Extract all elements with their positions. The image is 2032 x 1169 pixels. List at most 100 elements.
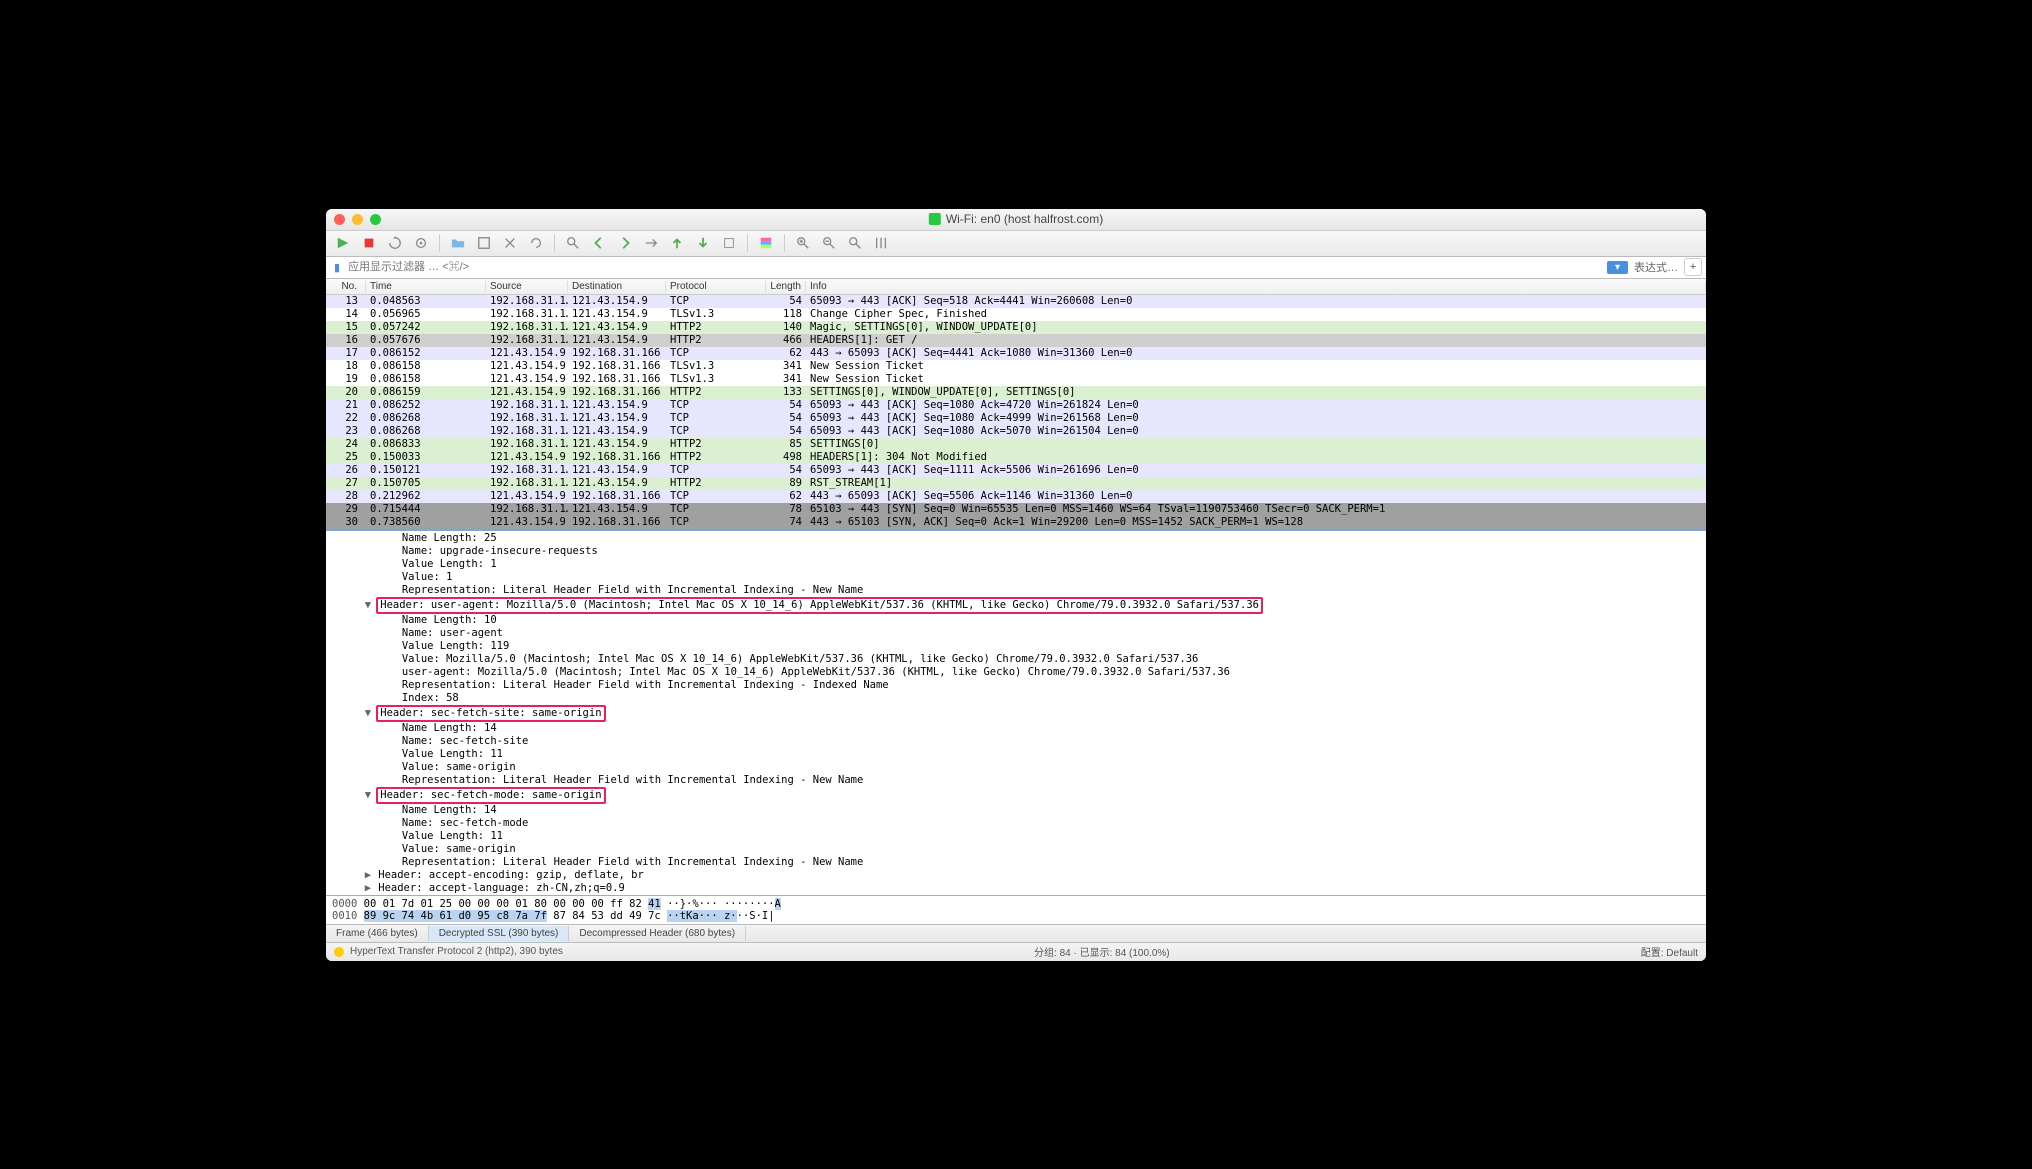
packet-row[interactable]: 300.738560121.43.154.9192.168.31.166TCP7… [326, 516, 1706, 529]
minimize-icon[interactable] [352, 214, 363, 225]
status-profile[interactable]: 配置: Default [1641, 944, 1698, 959]
hex-view[interactable]: 0000 00 01 7d 01 25 00 00 00 01 80 00 00… [326, 896, 1706, 925]
window-title: Wi-Fi: en0 (host halfrost.com) [929, 212, 1103, 226]
detail-line[interactable]: Value: same-origin [326, 843, 1706, 856]
zoom-out-button[interactable] [818, 233, 840, 253]
col-header-time[interactable]: Time [366, 281, 486, 292]
save-file-button[interactable] [473, 233, 495, 253]
col-header-source[interactable]: Source [486, 281, 568, 292]
detail-line[interactable]: ▼ Header: sec-fetch-mode: same-origin [326, 787, 1706, 804]
packet-row[interactable]: 150.057242192.168.31.1…121.43.154.9HTTP2… [326, 321, 1706, 334]
packet-row[interactable]: 200.086159121.43.154.9192.168.31.166HTTP… [326, 386, 1706, 399]
packet-row[interactable]: 280.212962121.43.154.9192.168.31.166TCP6… [326, 490, 1706, 503]
packet-row[interactable]: 160.057676192.168.31.1…121.43.154.9HTTP2… [326, 334, 1706, 347]
close-icon[interactable] [334, 214, 345, 225]
packet-row[interactable]: 270.150705192.168.31.1…121.43.154.9HTTP2… [326, 477, 1706, 490]
bookmark-icon[interactable]: ▮ [330, 261, 344, 274]
packet-details[interactable]: Name Length: 25 Name: upgrade-insecure-r… [326, 531, 1706, 896]
tab-frame[interactable]: Frame (466 bytes) [326, 926, 429, 941]
goto-button[interactable] [640, 233, 662, 253]
detail-line[interactable]: user-agent: Mozilla/5.0 (Macintosh; Inte… [326, 666, 1706, 679]
detail-line[interactable]: Value Length: 11 [326, 830, 1706, 843]
detail-line[interactable]: Name Length: 14 [326, 722, 1706, 735]
col-header-protocol[interactable]: Protocol [666, 281, 766, 292]
packet-row[interactable]: 220.086268192.168.31.1…121.43.154.9TCP54… [326, 412, 1706, 425]
add-filter-button[interactable]: + [1684, 258, 1702, 276]
detail-line[interactable]: Name Length: 14 [326, 804, 1706, 817]
detail-line[interactable]: ▶ Header: accept-language: zh-CN,zh;q=0.… [326, 882, 1706, 895]
packet-row[interactable]: 130.048563192.168.31.1…121.43.154.9TCP54… [326, 295, 1706, 308]
prev-button[interactable] [588, 233, 610, 253]
packet-list[interactable]: No. Time Source Destination Protocol Len… [326, 279, 1706, 531]
detail-line[interactable]: ▶ Header: accept-encoding: gzip, deflate… [326, 869, 1706, 882]
detail-line[interactable]: ▼ Header: sec-fetch-site: same-origin [326, 705, 1706, 722]
detail-line[interactable]: Representation: Literal Header Field wit… [326, 679, 1706, 692]
detail-line[interactable]: Value: 1 [326, 571, 1706, 584]
expert-info-icon[interactable] [334, 947, 344, 957]
expression-label[interactable]: 表达式… [1634, 259, 1678, 275]
detail-line[interactable]: Index: 58 [326, 692, 1706, 705]
detail-line[interactable]: Representation: Literal Header Field wit… [326, 856, 1706, 869]
detail-line[interactable]: Value: Mozilla/5.0 (Macintosh; Intel Mac… [326, 653, 1706, 666]
display-filter-input[interactable] [344, 259, 1607, 275]
tab-decompressed-header[interactable]: Decompressed Header (680 bytes) [569, 926, 746, 941]
options-button[interactable] [410, 233, 432, 253]
packet-row[interactable]: 190.086158121.43.154.9192.168.31.166TLSv… [326, 373, 1706, 386]
close-file-button[interactable] [499, 233, 521, 253]
detail-line[interactable]: Representation: Literal Header Field wit… [326, 774, 1706, 787]
restart-capture-button[interactable] [384, 233, 406, 253]
stop-capture-button[interactable] [358, 233, 380, 253]
app-window: Wi-Fi: en0 (host halfrost.com) ▮ ▾ [326, 209, 1706, 961]
packet-row[interactable]: 140.056965192.168.31.1…121.43.154.9TLSv1… [326, 308, 1706, 321]
detail-line[interactable]: Name: user-agent [326, 627, 1706, 640]
col-header-no[interactable]: No. [326, 281, 366, 292]
packet-row[interactable]: 180.086158121.43.154.9192.168.31.166TLSv… [326, 360, 1706, 373]
open-file-button[interactable] [447, 233, 469, 253]
packet-row[interactable]: 230.086268192.168.31.1…121.43.154.9TCP54… [326, 425, 1706, 438]
find-button[interactable] [562, 233, 584, 253]
detail-line[interactable]: ▼ Header: user-agent: Mozilla/5.0 (Macin… [326, 597, 1706, 614]
detail-line[interactable]: Value Length: 11 [326, 748, 1706, 761]
reload-button[interactable] [525, 233, 547, 253]
hex-row[interactable]: 0000 00 01 7d 01 25 00 00 00 01 80 00 00… [332, 898, 1700, 910]
packet-row[interactable]: 260.150121192.168.31.1…121.43.154.9TCP54… [326, 464, 1706, 477]
detail-line[interactable]: Name Length: 25 [326, 532, 1706, 545]
packet-row[interactable]: 250.150033121.43.154.9192.168.31.166HTTP… [326, 451, 1706, 464]
detail-line[interactable]: Name: sec-fetch-site [326, 735, 1706, 748]
zoom-reset-button[interactable] [844, 233, 866, 253]
titlebar[interactable]: Wi-Fi: en0 (host halfrost.com) [326, 209, 1706, 231]
packet-list-header[interactable]: No. Time Source Destination Protocol Len… [326, 279, 1706, 295]
packet-row[interactable]: 170.086152121.43.154.9192.168.31.166TCP6… [326, 347, 1706, 360]
col-header-info[interactable]: Info [806, 281, 1706, 292]
col-header-destination[interactable]: Destination [568, 281, 666, 292]
expression-dropdown[interactable]: ▾ [1607, 261, 1628, 274]
resize-columns-button[interactable] [870, 233, 892, 253]
detail-line[interactable]: Name: upgrade-insecure-requests [326, 545, 1706, 558]
detail-line[interactable]: Name: sec-fetch-mode [326, 817, 1706, 830]
status-left: HyperText Transfer Protocol 2 (http2), 3… [350, 946, 563, 957]
autoscroll-button[interactable] [718, 233, 740, 253]
last-button[interactable] [692, 233, 714, 253]
detail-line[interactable]: Name Length: 10 [326, 614, 1706, 627]
hex-row[interactable]: 0010 89 9c 74 4b 61 d0 95 c8 7a 7f 87 84… [332, 910, 1700, 922]
tab-decrypted-ssl[interactable]: Decrypted SSL (390 bytes) [429, 926, 570, 941]
detail-line[interactable]: Value Length: 119 [326, 640, 1706, 653]
bytes-tabs: Frame (466 bytes) Decrypted SSL (390 byt… [326, 925, 1706, 943]
colorize-button[interactable] [755, 233, 777, 253]
title-text: Wi-Fi: en0 (host halfrost.com) [946, 212, 1103, 226]
zoom-in-button[interactable] [792, 233, 814, 253]
toolbar [326, 231, 1706, 257]
start-capture-button[interactable] [332, 233, 354, 253]
first-button[interactable] [666, 233, 688, 253]
status-bar: HyperText Transfer Protocol 2 (http2), 3… [326, 943, 1706, 961]
col-header-length[interactable]: Length [766, 281, 806, 292]
detail-line[interactable]: Value: same-origin [326, 761, 1706, 774]
packet-row[interactable]: 290.715444192.168.31.1…121.43.154.9TCP78… [326, 503, 1706, 516]
detail-line[interactable]: Representation: Literal Header Field wit… [326, 584, 1706, 597]
packet-row[interactable]: 210.086252192.168.31.1…121.43.154.9TCP54… [326, 399, 1706, 412]
filter-bar: ▮ ▾ 表达式… + [326, 257, 1706, 279]
maximize-icon[interactable] [370, 214, 381, 225]
packet-row[interactable]: 240.086833192.168.31.1…121.43.154.9HTTP2… [326, 438, 1706, 451]
detail-line[interactable]: Value Length: 1 [326, 558, 1706, 571]
next-button[interactable] [614, 233, 636, 253]
